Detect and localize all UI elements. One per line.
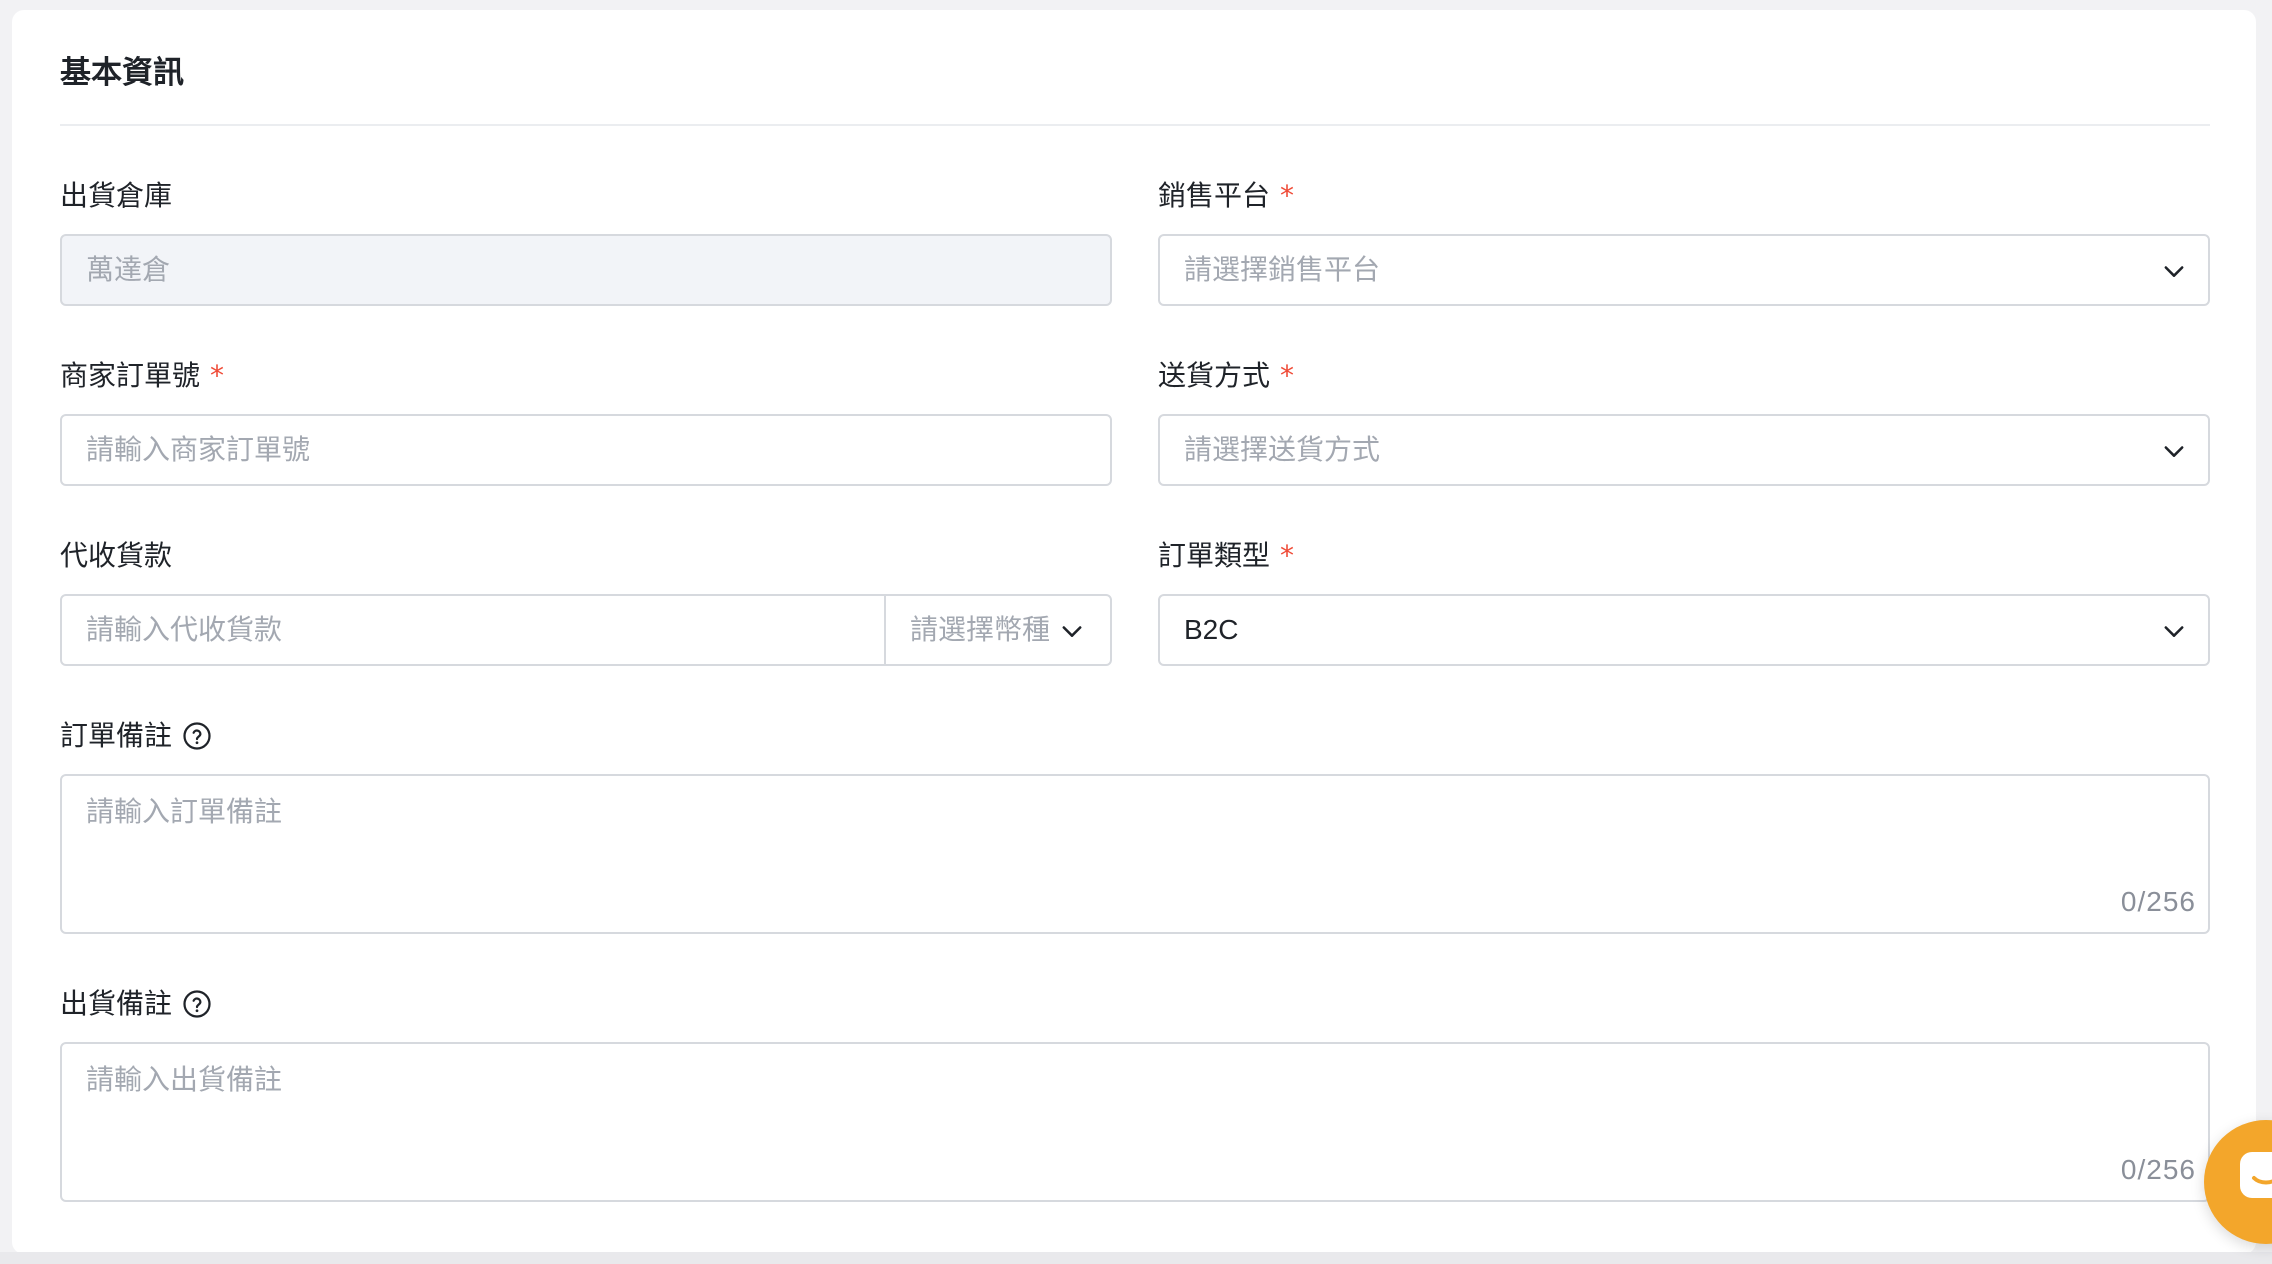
ship-note-label: 出貨備註 bbox=[60, 984, 212, 1024]
warehouse-label: 出貨倉庫 bbox=[60, 179, 173, 212]
platform-label: 銷售平台 * bbox=[1158, 176, 1294, 216]
platform-select[interactable]: 請選擇銷售平台 bbox=[1158, 234, 2210, 306]
merchant-order-placeholder: 請輸入商家訂單號 bbox=[86, 433, 311, 466]
warehouse-input: 萬達倉 bbox=[60, 234, 1112, 306]
bottom-bar bbox=[0, 1252, 2272, 1264]
delivery-placeholder: 請選擇送貨方式 bbox=[1184, 433, 1381, 466]
chevron-down-icon bbox=[2164, 626, 2184, 637]
section-divider bbox=[60, 124, 2210, 126]
cod-placeholder: 請輸入代收貨款 bbox=[86, 613, 283, 646]
warehouse-value: 萬達倉 bbox=[86, 253, 171, 286]
chevron-down-icon bbox=[2164, 266, 2184, 277]
basic-info-card: 基本資訊 出貨倉庫 萬達倉 銷售平台 * 請選擇銷售平台 商家訂單號 * 請輸入… bbox=[12, 10, 2256, 1254]
order-type-label: 訂單類型 * bbox=[1158, 536, 1294, 576]
cod-input-group: 請輸入代收貨款 請選擇幣種 bbox=[60, 594, 1112, 666]
merchant-order-input[interactable]: 請輸入商家訂單號 bbox=[60, 414, 1112, 486]
currency-placeholder: 請選擇幣種 bbox=[910, 613, 1051, 646]
order-note-label: 訂單備註 bbox=[60, 716, 212, 756]
order-note-textarea[interactable]: 請輸入訂單備註 0/256 bbox=[60, 774, 2210, 934]
required-mark: * bbox=[1280, 179, 1295, 212]
platform-placeholder: 請選擇銷售平台 bbox=[1184, 253, 1381, 286]
currency-select[interactable]: 請選擇幣種 bbox=[884, 596, 1110, 664]
question-circle-icon[interactable] bbox=[182, 989, 212, 1019]
chevron-down-icon bbox=[2164, 446, 2184, 457]
cod-amount-input[interactable]: 請輸入代收貨款 bbox=[62, 596, 884, 664]
ship-note-textarea[interactable]: 請輸入出貨備註 0/256 bbox=[60, 1042, 2210, 1202]
chat-icon bbox=[2240, 1152, 2272, 1198]
required-mark: * bbox=[1280, 539, 1295, 572]
ship-note-placeholder: 請輸入出貨備註 bbox=[86, 1063, 283, 1096]
order-type-select[interactable]: B2C bbox=[1158, 594, 2210, 666]
delivery-label: 送貨方式 * bbox=[1158, 356, 1294, 396]
order-note-counter: 0/256 bbox=[2120, 886, 2196, 917]
merchant-order-label: 商家訂單號 * bbox=[60, 356, 224, 396]
delivery-select[interactable]: 請選擇送貨方式 bbox=[1158, 414, 2210, 486]
question-circle-icon[interactable] bbox=[182, 721, 212, 751]
order-note-placeholder: 請輸入訂單備註 bbox=[86, 795, 283, 828]
cod-label: 代收貨款 bbox=[60, 539, 173, 572]
section-title: 基本資訊 bbox=[60, 55, 184, 91]
order-type-value: B2C bbox=[1184, 614, 1239, 645]
chevron-down-icon bbox=[1062, 626, 1082, 637]
required-mark: * bbox=[1280, 359, 1295, 392]
required-mark: * bbox=[210, 359, 225, 392]
ship-note-counter: 0/256 bbox=[2120, 1154, 2196, 1185]
